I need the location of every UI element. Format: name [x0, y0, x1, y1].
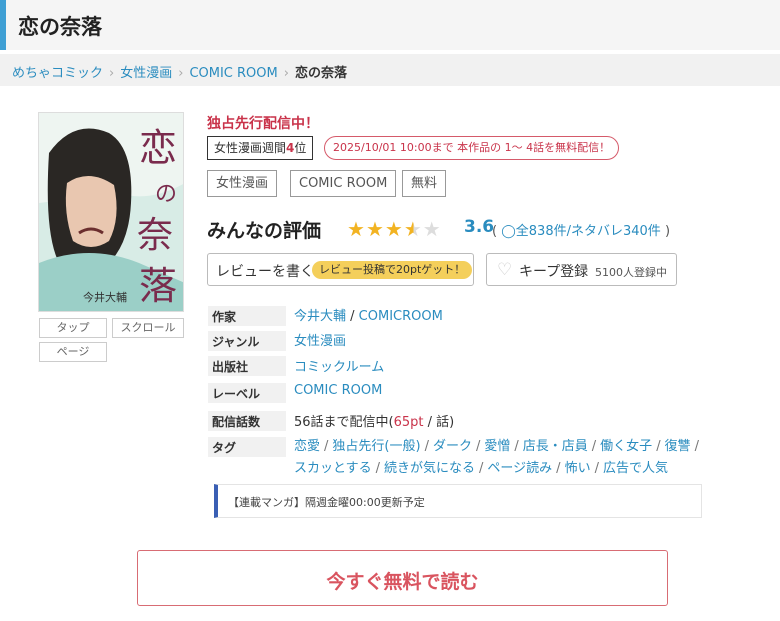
tag-link[interactable]: 怖い: [565, 461, 591, 476]
tag-list-line-1: 恋愛 / 独占先行(一般) / ダーク / 愛憎 / 店長・店員 / 働く女子 / 復讐 /: [294, 439, 699, 454]
info-author: 今井大輔 / COMICROOM: [294, 309, 443, 324]
cover-title-char: 奈: [137, 215, 173, 256]
breadcrumb-label[interactable]: COMIC ROOM: [189, 66, 277, 81]
tag-link[interactable]: 店長・店員: [523, 439, 588, 454]
tag-link[interactable]: スカッとする: [294, 461, 372, 476]
breadcrumb-home[interactable]: めちゃコミック: [12, 66, 103, 81]
ranking-suffix: 位: [294, 141, 307, 155]
label-link[interactable]: COMIC ROOM: [294, 383, 382, 398]
cover-art: 恋 の 奈 落 今井大輔: [39, 113, 183, 311]
read-free-now-label: 今すぐ無料で読む: [326, 571, 479, 593]
serial-update-notice: 【連載マンガ】隔週金曜00:00更新予定: [214, 484, 702, 518]
tag-link[interactable]: 続きが気になる: [384, 461, 475, 476]
genre-link[interactable]: 女性漫画: [294, 330, 346, 349]
cover-title-char: の: [155, 182, 177, 207]
tag-genre[interactable]: 女性漫画: [207, 170, 278, 197]
tag-link[interactable]: 愛憎: [484, 439, 510, 454]
cover-title-char: 恋: [139, 126, 177, 170]
breadcrumb-genre[interactable]: 女性漫画: [120, 66, 172, 81]
cover-author: 今井大輔: [83, 290, 127, 304]
tag-free[interactable]: 無料: [402, 170, 447, 197]
breadcrumb-current: 恋の奈落: [294, 66, 347, 81]
star-full-icon: ★: [347, 217, 366, 241]
tag-link[interactable]: ページ読み: [487, 461, 552, 476]
chevron-right-icon: ›: [178, 66, 184, 81]
review-count[interactable]: ( ◯全838件/ネタバレ340件 ): [492, 220, 670, 239]
info-label-tags: タグ: [208, 437, 286, 457]
star-half-icon: ★: [403, 217, 423, 241]
episodes-suffix: / 話): [423, 415, 455, 430]
tag-link[interactable]: 働く女子: [600, 439, 652, 454]
page-header: 恋の奈落: [0, 0, 780, 50]
tag-link[interactable]: 独占先行(一般): [332, 439, 420, 454]
episodes-prefix: 56話まで配信中(: [294, 415, 394, 430]
episode-price: 65pt: [393, 415, 424, 430]
write-review-button[interactable]: レビューを書く レビュー投稿で20ptゲット！: [207, 253, 474, 286]
cover-image[interactable]: 恋 の 奈 落 今井大輔: [38, 112, 184, 312]
review-close-paren: ): [664, 224, 671, 239]
tag-link[interactable]: 広告で人気: [603, 461, 668, 476]
chevron-right-icon: ›: [109, 66, 115, 81]
rating-score: 3.6: [464, 217, 495, 237]
info-label-publisher: 出版社: [208, 356, 286, 376]
review-open-paren: (: [492, 224, 498, 239]
chevron-right-icon: ›: [283, 66, 289, 81]
read-free-now-button[interactable]: 今すぐ無料で読む: [137, 550, 668, 606]
tag-link[interactable]: 恋愛: [294, 439, 320, 454]
rating-stars: ★★★★★: [347, 217, 442, 241]
info-label-genre: ジャンル: [208, 331, 286, 351]
page-title: 恋の奈落: [18, 15, 102, 39]
info-label-episodes: 配信話数: [208, 411, 286, 431]
ranking-label: 女性漫画週間: [214, 141, 287, 155]
breadcrumb: めちゃコミック › 女性漫画 › COMIC ROOM › 恋の奈落: [0, 54, 780, 86]
info-episodes: 56話まで配信中(65pt / 話): [294, 411, 454, 430]
comment-icon: ◯: [501, 224, 516, 239]
publisher-link[interactable]: コミックルーム: [294, 356, 384, 375]
heart-icon: ♡: [497, 260, 513, 280]
author-link[interactable]: 今井大輔: [294, 309, 346, 324]
page-view-button[interactable]: ページ: [39, 342, 107, 362]
tag-list-line-2: スカッとする / 続きが気になる / ページ読み / 怖い / 広告で人気: [294, 461, 668, 476]
star-full-icon: ★: [384, 217, 404, 241]
info-label-author: 作家: [208, 306, 286, 326]
star-full-icon: ★: [365, 217, 385, 241]
scroll-view-button[interactable]: スクロール: [112, 318, 184, 338]
info-label-label: レーベル: [208, 383, 286, 403]
review-count-text: 全838件/ネタバレ340件: [515, 224, 661, 239]
tag-link[interactable]: ダーク: [433, 439, 472, 454]
write-review-label: レビューを書く: [216, 264, 314, 280]
tag-label[interactable]: COMIC ROOM: [290, 170, 397, 197]
exclusive-badge: 独占先行配信中！: [207, 116, 319, 132]
rating-label: みんなの評価: [207, 220, 322, 242]
keep-count: 5100人登録中: [595, 266, 667, 279]
keep-label: キープ登録: [519, 264, 589, 280]
star-empty-icon: ★: [422, 217, 442, 241]
author-link-2[interactable]: COMICROOM: [359, 309, 443, 324]
cover-title-char: 落: [139, 264, 177, 308]
tap-view-button[interactable]: タップ: [39, 318, 107, 338]
free-episodes-notice: 2025/10/01 10:00まで 本作品の 1～ 4話を無料配信！: [324, 136, 620, 160]
review-promo-badge: レビュー投稿で20ptゲット！: [312, 261, 473, 279]
tag-link[interactable]: 復讐: [665, 439, 691, 454]
ranking-badge[interactable]: 女性漫画週間4位: [207, 136, 314, 160]
keep-button[interactable]: ♡ キープ登録 5100人登録中: [486, 253, 677, 286]
